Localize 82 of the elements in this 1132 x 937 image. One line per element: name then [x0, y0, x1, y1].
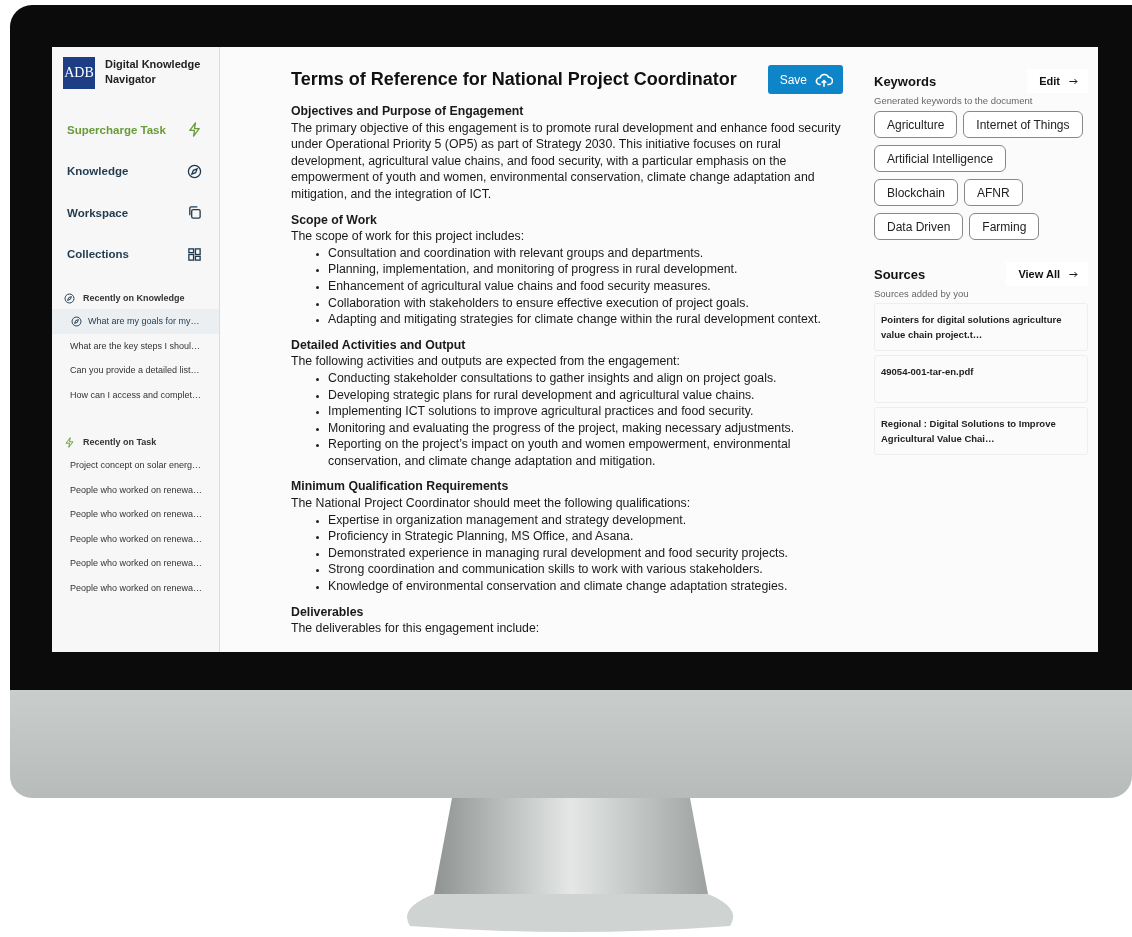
list-item: Monitoring and evaluating the progress of the project, making necessary adjustments.	[328, 419, 796, 437]
paragraph: The scope of work for this project includes:	[291, 228, 526, 245]
history-item[interactable]: Can you provide a detailed list…	[52, 358, 219, 383]
list-item: Planning, implementation, and monitoring of progress in rural development.	[328, 261, 739, 278]
history-item[interactable]: What are my goals for my…	[52, 309, 219, 334]
bullet-icon	[316, 586, 319, 590]
bullet-icon	[316, 552, 319, 556]
bullet-icon	[316, 377, 319, 381]
bullet-icon	[316, 319, 319, 323]
nav-item[interactable]: Knowledge	[52, 150, 219, 192]
paragraph: The primary objective of this engagement is to promote rural development and enhance food security under Operational Priority 5 (OP5) as part of Strategy 2030. This initiative focuses on rural development, agricultural value chains, and food security, with a particular emphasis on the empowerment of youth and women, environmental conservation, climate change adaptation and mitigation, and the integration of ICT.	[291, 119, 842, 203]
bullet-icon	[316, 536, 319, 540]
history-item[interactable]: People who worked on renewa…	[52, 477, 219, 502]
list-item: Adapting and mitigating strategies for climate change within the rural development context.	[328, 311, 822, 328]
logo: ADB	[63, 57, 95, 89]
nav-item[interactable]: Workspace	[52, 192, 219, 234]
keyword-tag[interactable]: Data Driven	[874, 213, 964, 240]
subtitle: Generated keywords to the document	[874, 95, 1034, 106]
bullet-icon	[316, 411, 319, 415]
bullet-icon	[316, 427, 319, 431]
list-item: Expertise in organization management and strategy development.	[328, 511, 688, 529]
list-item: Strong coordination and communication skills to work with various stakeholders.	[328, 561, 764, 579]
list-item: Reporting on the project’s impact on youth and women empowerment, environmental conservation, and climate change adaptation and mitigation.	[328, 436, 792, 470]
source-card[interactable]: 49054-001-tar-en.pdf	[874, 355, 1088, 403]
list-item: Knowledge of environmental conservation and climate change adaptation strategies.	[328, 578, 789, 595]
list-item: Enhancement of agricultural value chains and food security measures.	[328, 277, 712, 295]
paragraph: The following activities and outputs are expected from the engagement:	[291, 353, 681, 370]
keyword-tag[interactable]: Artificial Intelligence	[874, 145, 1007, 172]
lightning-icon	[64, 436, 75, 448]
history-item[interactable]: People who worked on renewa…	[52, 575, 219, 600]
section-heading: Scope of Work	[291, 211, 378, 229]
bullet-icon	[316, 569, 319, 573]
compass-icon	[64, 292, 75, 304]
history-item[interactable]: People who worked on renewa…	[52, 551, 219, 576]
list-item: Implementing ICT solutions to improve agricultural practices and food security.	[328, 403, 755, 420]
section-heading: Objectives and Purpose of Engagement	[291, 103, 525, 120]
bullet-icon	[316, 519, 319, 523]
lightning-icon	[187, 122, 202, 138]
grid-icon	[187, 246, 202, 262]
copy-icon	[187, 205, 202, 221]
paragraph: The deliverables for this engagement include:	[291, 620, 541, 637]
keyword-tag[interactable]: Agriculture	[874, 111, 958, 138]
history-item[interactable]: People who worked on renewa…	[52, 526, 219, 551]
keyword-tag[interactable]: AFNR	[964, 179, 1023, 206]
bullet-icon	[316, 252, 319, 256]
section-title: Recently on Task	[83, 437, 157, 447]
bullet-icon	[316, 269, 319, 273]
bullet-icon	[316, 394, 319, 398]
keywords-title: Keywords	[874, 73, 937, 89]
keyword-tag[interactable]: Internet of Things	[963, 111, 1083, 138]
source-card[interactable]: Regional : Digital Solutions to Improve Agricultural Value Chai…	[874, 407, 1088, 455]
bullet-icon	[316, 302, 319, 306]
bullet-icon	[316, 444, 319, 448]
link-button[interactable]: View All	[1006, 262, 1088, 286]
compass-icon	[187, 163, 202, 179]
paragraph: The National Project Coordinator should meet the following qualifications:	[291, 495, 692, 512]
section-heading: Minimum Qualification Requirements	[291, 478, 510, 496]
list-item: Conducting stakeholder consultations to gather insights and align on project goals.	[328, 369, 778, 387]
nav-item[interactable]: Collections	[52, 233, 219, 275]
section-title: Recently on Knowledge	[83, 293, 185, 303]
history-item[interactable]: How can I access and complet…	[52, 382, 219, 407]
list-item: Proficiency in Strategic Planning, MS Office, and Asana.	[328, 528, 635, 545]
list-item: Consultation and coordination with relevant groups and departments.	[328, 244, 705, 262]
link-button[interactable]: Edit	[1027, 69, 1088, 93]
list-item: Collaboration with stakeholders to ensure effective execution of project goals.	[328, 294, 750, 312]
history-item[interactable]: What are the key steps I shoul…	[52, 333, 219, 358]
section-heading: Detailed Activities and Output	[291, 336, 467, 354]
bullet-icon	[316, 285, 319, 289]
history-item[interactable]: People who worked on renewa…	[52, 502, 219, 527]
sources-title: Sources	[874, 266, 926, 282]
document-title: Terms of Reference for National Project Coordinator	[291, 69, 737, 90]
keyword-tag[interactable]: Blockchain	[874, 179, 959, 206]
list-item: Demonstrated experience in managing rural development and food security projects.	[328, 544, 790, 562]
subtitle: Sources added by you	[874, 288, 970, 299]
save-button[interactable]: Save	[767, 65, 843, 94]
section-heading: Deliverables	[291, 603, 365, 621]
app-name: Digital Knowledge Navigator	[105, 57, 202, 87]
keyword-tag[interactable]: Farming	[969, 213, 1040, 240]
list-item: Developing strategic plans for rural development and agricultural value chains.	[328, 386, 756, 404]
history-item[interactable]: Project concept on solar energ…	[52, 453, 219, 478]
source-card[interactable]: Pointers for digital solutions agriculture value chain project.t…	[874, 303, 1088, 351]
compass-icon	[71, 315, 82, 327]
